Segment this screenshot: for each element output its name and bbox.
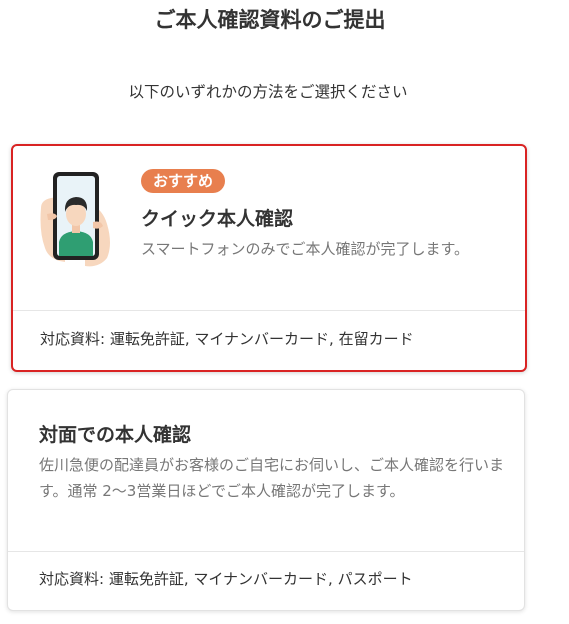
- recommended-badge: おすすめ: [141, 169, 226, 193]
- in-person-verification-title: 対面での本人確認: [39, 424, 192, 446]
- smartphone-selfie-icon: [37, 170, 123, 270]
- quick-verification-card[interactable]: おすすめ クイック本人確認 スマートフォンのみでご本人確認が完了します。 対応資…: [11, 144, 527, 372]
- in-person-verification-description: 佐川急便の配達員がお客様のご自宅にお伺いし、ご本人確認を行います。通常 2～3営…: [39, 456, 505, 500]
- quick-verification-title: クイック本人確認: [141, 208, 294, 230]
- page-title: ご本人確認資料のご提出: [154, 8, 386, 32]
- quick-verification-documents: 対応資料: 運転免許証, マイナンバーカード, 在留カード: [40, 330, 414, 348]
- card-divider: [8, 551, 524, 552]
- quick-verification-description: スマートフォンのみでご本人確認が完了します。: [141, 240, 470, 258]
- in-person-verification-card[interactable]: 対面での本人確認 佐川急便の配達員がお客様のご自宅にお伺いし、ご本人確認を行いま…: [7, 389, 525, 611]
- card-divider: [13, 310, 525, 311]
- in-person-verification-documents: 対応資料: 運転免許証, マイナンバーカード, パスポート: [39, 570, 413, 588]
- page-subtitle: 以下のいずれかの方法をご選択ください: [128, 83, 408, 101]
